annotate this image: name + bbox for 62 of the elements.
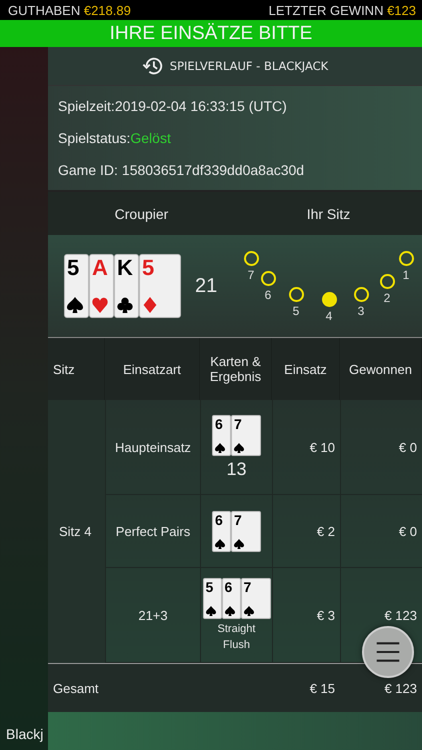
place-bets-banner: IHRE EINSÄTZE BITTE xyxy=(0,20,422,47)
info-line: Game ID: 158036517df339dd0a8ac30d xyxy=(58,161,306,180)
playing-card: 7 xyxy=(231,510,261,552)
seat-marker[interactable] xyxy=(380,274,395,289)
table-cell: Perfect Pairs xyxy=(116,524,190,538)
table-cell-text: € 123 xyxy=(384,680,418,696)
playing-card: 6 xyxy=(212,510,231,552)
table-cell-text: € 15 xyxy=(310,680,336,696)
column-header: Einsatzart xyxy=(105,338,200,400)
balance-label: GUTHABEN €218.89 xyxy=(8,2,131,18)
table-cell: € 0 xyxy=(398,440,417,454)
table-cell: € 2 xyxy=(316,524,335,538)
table-cell: € 123 xyxy=(384,608,417,622)
seat-number: 2 xyxy=(382,291,392,305)
table-cell: € 3 xyxy=(316,608,335,622)
table-cell: € 10 xyxy=(310,440,335,454)
playing-card: 7 xyxy=(231,414,261,456)
seat-number: 3 xyxy=(356,304,366,318)
playing-card: 5 xyxy=(139,254,181,318)
spade-icon xyxy=(67,297,83,313)
column-header: Ihr Sitz xyxy=(306,206,350,222)
seat-marker[interactable] xyxy=(399,251,414,266)
hand-result: Straight Flush xyxy=(216,622,256,652)
column-header: Gewonnen xyxy=(340,338,422,400)
seat-marker[interactable] xyxy=(244,251,259,266)
heart-icon xyxy=(92,297,108,313)
table-cell: Sitz 4 xyxy=(59,524,92,539)
seat-number: 6 xyxy=(264,288,272,302)
playing-card: 6 xyxy=(212,414,231,456)
history-icon xyxy=(142,55,164,77)
table-cell-text: Gesamt xyxy=(52,680,100,696)
playing-card: A xyxy=(89,254,114,318)
playing-card: 5 xyxy=(64,254,89,318)
seat-marker[interactable] xyxy=(354,287,369,302)
column-header: Croupier xyxy=(114,206,168,222)
playing-card: 5 xyxy=(202,578,222,618)
menu-icon xyxy=(375,641,401,663)
column-header: Karten & Ergebnis xyxy=(200,338,272,400)
diamond-icon xyxy=(142,297,158,313)
playing-card: 7 xyxy=(240,578,270,618)
table-cell: € 0 xyxy=(398,524,417,538)
seat-marker[interactable] xyxy=(261,271,276,286)
column-header: Einsatz xyxy=(272,338,340,400)
last-win-label: LETZTER GEWINN €123 xyxy=(268,2,416,18)
seat-marker[interactable] xyxy=(322,292,337,307)
panel-title: SPIELVERLAUF - BLACKJACK xyxy=(170,59,328,73)
column-header: Sitz xyxy=(48,338,105,400)
table-cell: Haupteinsatz xyxy=(115,440,191,454)
info-line: Spielzeit:2019-02-04 16:33:15 (UTC) xyxy=(58,97,288,116)
seat-number: 1 xyxy=(402,268,410,282)
dealer-total: 21 xyxy=(195,274,218,298)
playing-card: K xyxy=(114,254,139,318)
info-line: Spielstatus:Gelöst xyxy=(58,129,172,148)
table-cell: 21+3 xyxy=(138,608,168,622)
hand-result: 13 xyxy=(225,458,248,480)
seat-number: 4 xyxy=(324,309,334,323)
table-name: Blackj xyxy=(5,726,44,742)
club-icon xyxy=(117,297,133,313)
seat-number: 5 xyxy=(292,304,300,318)
seat-number: 7 xyxy=(246,268,256,282)
playing-card: 6 xyxy=(222,578,240,618)
seat-marker[interactable] xyxy=(289,287,304,302)
